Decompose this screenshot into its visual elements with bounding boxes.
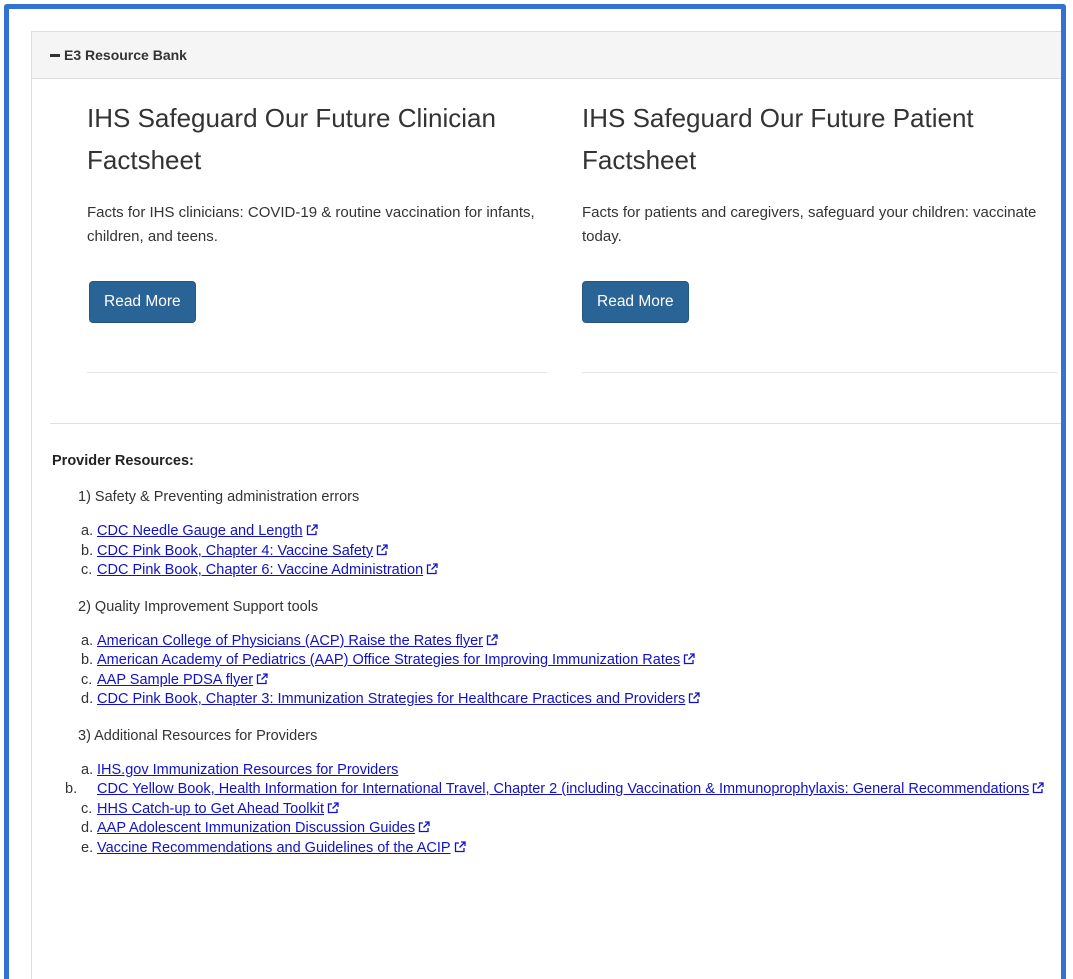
list-marker: c.: [81, 800, 93, 817]
section-heading: 1) Safety & Preventing administration er…: [78, 489, 360, 505]
resource-link[interactable]: American College of Physicians (ACP) Rai…: [97, 633, 483, 649]
list-marker: d.: [81, 820, 94, 836]
card-description: Facts for IHS clinicians: COVID-19 & rou…: [87, 204, 535, 245]
external-link-icon: [426, 563, 438, 575]
link-list: a. IHS.gov Immunization Resources for Pro…: [52, 761, 1061, 859]
section-divider: [50, 423, 1061, 424]
resource-link[interactable]: CDC Pink Book, Chapter 6: Vaccine Admini…: [97, 562, 423, 578]
external-link-icon: [306, 524, 318, 536]
link-list: a. American College of Physicians (ACP) R…: [52, 632, 1061, 710]
panel-heading[interactable]: E3 Resource Bank: [31, 31, 1061, 79]
read-more-button[interactable]: Read More: [89, 281, 196, 323]
content-frame: E3 Resource Bank IHS Safeguard Our Futur…: [4, 4, 1066, 979]
resources-title: Provider Resources:: [52, 453, 194, 469]
list-marker: c.: [81, 671, 93, 688]
card-title: IHS Safeguard Our Future Clinician Facts…: [87, 103, 496, 175]
resource-link[interactable]: IHS.gov Immunization Resources for Provi…: [97, 762, 398, 778]
list-item: a. American College of Physicians (ACP) R…: [81, 632, 1061, 652]
list-marker: d.: [81, 691, 94, 707]
external-link-icon: [418, 821, 430, 833]
external-link-icon: [327, 801, 339, 813]
list-item: c. CDC Pink Book, Chapter 6: Vaccine Admi…: [81, 561, 1061, 581]
list-item: a. CDC Needle Gauge and Length: [81, 522, 1061, 542]
list-marker: a.: [81, 632, 94, 649]
read-more-button[interactable]: Read More: [582, 281, 689, 323]
external-link-icon: [486, 633, 498, 645]
resource-link[interactable]: CDC Pink Book, Chapter 3: Immunization S…: [97, 691, 685, 707]
external-link-icon: [1033, 782, 1044, 794]
list-item: b. American Academy of Pediatrics (AAP) O…: [81, 651, 1061, 671]
resource-link[interactable]: CDC Needle Gauge and Length: [97, 523, 303, 539]
list-item: d. AAP Adolescent Immunization Discussion…: [81, 819, 1061, 839]
section-heading: 2) Quality Improvement Support tools: [78, 598, 319, 615]
list-item: b. CDC Pink Book, Chapter 4: Vaccine Safe…: [81, 542, 1061, 562]
provider-resources: Provider Resources: 1) Safety & Preventi…: [52, 451, 1061, 858]
list-item: d. CDC Pink Book, Chapter 3: Immunization…: [81, 690, 1061, 710]
card-divider: [582, 372, 1058, 373]
list-item: c. AAP Sample PDSA flyer: [81, 671, 1061, 691]
list-marker: b.: [81, 652, 94, 668]
panel-body: IHS Safeguard Our Future Clinician Facts…: [31, 79, 1061, 979]
external-link-icon: [256, 672, 268, 684]
resource-link[interactable]: American Academy of Pediatrics (AAP) Off…: [97, 652, 680, 668]
resource-link[interactable]: HHS Catch-up to Get Ahead Toolkit: [97, 801, 324, 817]
resource-link[interactable]: AAP Sample PDSA flyer: [97, 672, 253, 688]
list-marker: b.: [81, 542, 94, 559]
panel-title: E3 Resource Bank: [64, 47, 187, 63]
list-marker: e.: [81, 839, 94, 856]
link-list: a. CDC Needle Gauge and Length b. CDC Pink…: [52, 522, 1061, 581]
external-link-icon: [377, 543, 388, 555]
card-description: Facts for patients and caregivers, safeg…: [582, 204, 1037, 245]
card-clinician-factsheet: IHS Safeguard Our Future Clinician Facts…: [87, 79, 547, 373]
section-heading: 3) Additional Resources for Providers: [78, 727, 318, 744]
list-marker: c.: [81, 562, 93, 578]
external-link-icon: [684, 653, 695, 665]
external-link-icon: [454, 840, 466, 852]
card-patient-factsheet: IHS Safeguard Our Future Patient Factshe…: [582, 79, 1060, 373]
collapse-minus-icon[interactable]: [50, 53, 60, 57]
card-divider: [87, 372, 547, 373]
external-link-icon: [689, 692, 700, 704]
list-marker: b.: [65, 781, 78, 797]
card-title: IHS Safeguard Our Future Patient Factshe…: [582, 103, 974, 175]
resource-link[interactable]: Vaccine Recommendations and Guidelines o…: [97, 840, 451, 856]
resource-link[interactable]: AAP Adolescent Immunization Discussion G…: [97, 820, 415, 836]
list-item: a. IHS.gov Immunization Resources for Pro…: [81, 761, 1061, 781]
list-marker: a.: [81, 761, 94, 778]
list-marker: a.: [81, 523, 94, 539]
list-item: e. Vaccine Recommendations and Guidelines…: [81, 839, 1061, 859]
list-item: c. HHS Catch-up to Get Ahead Toolkit: [81, 800, 1061, 820]
list-item: b. CDC Yellow Book, Health Information fo…: [65, 780, 1061, 800]
resource-link[interactable]: CDC Yellow Book, Health Information for …: [97, 781, 1029, 797]
resource-link[interactable]: CDC Pink Book, Chapter 4: Vaccine Safety: [97, 543, 373, 559]
